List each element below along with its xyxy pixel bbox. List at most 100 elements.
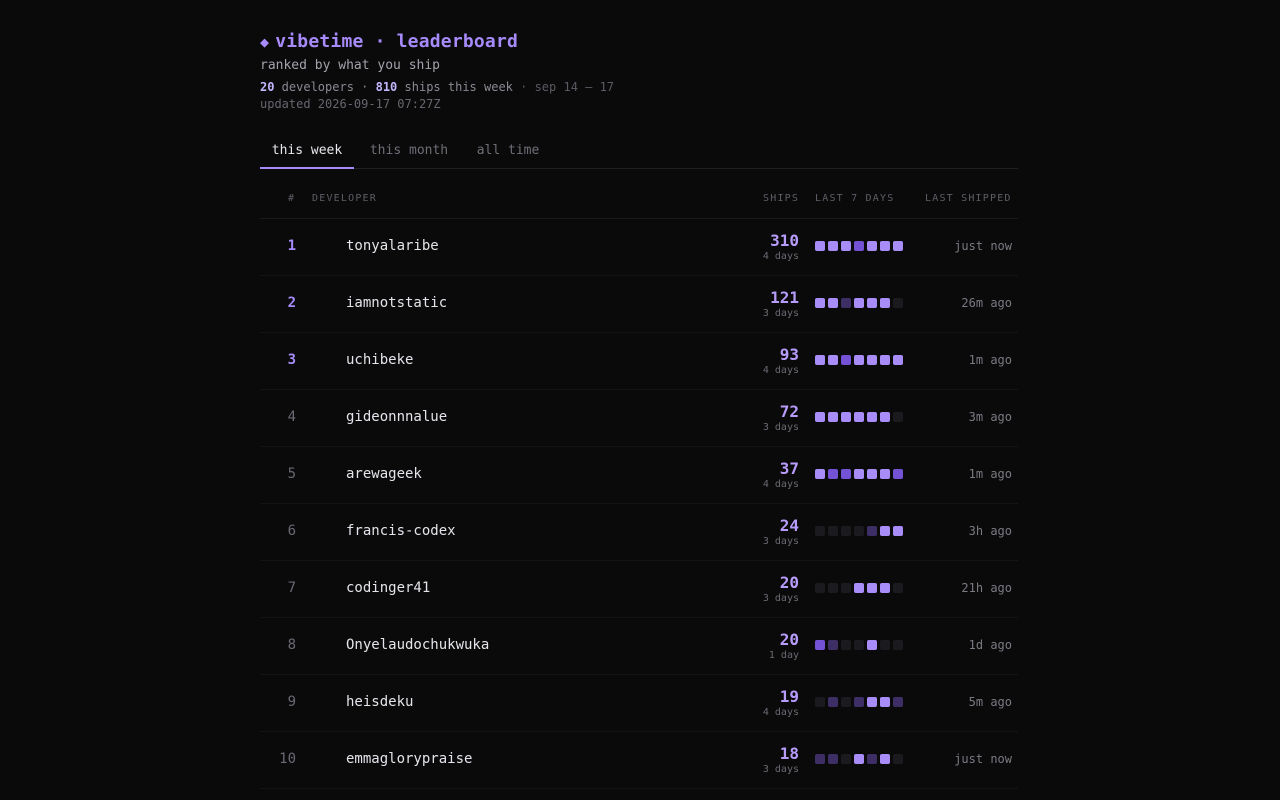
- table-row[interactable]: 10 emmaglorypraise 18 3 days just now: [260, 732, 1018, 789]
- activity-day: [867, 754, 877, 764]
- activity-day: [867, 469, 877, 479]
- developer-name[interactable]: iamnotstatic: [346, 295, 447, 311]
- active-days: 3 days: [762, 422, 799, 433]
- activity-day: [880, 583, 890, 593]
- activity-day: [815, 469, 825, 479]
- table-row[interactable]: 3 uchibeke 93 4 days 1m ago: [260, 333, 1018, 390]
- activity-day: [828, 355, 838, 365]
- activity-day: [828, 412, 838, 422]
- table-row[interactable]: 1 tonyalaribe 310 4 days just now: [260, 219, 1018, 276]
- summary-stats: 20 developers · 810 ships this week · se…: [260, 80, 614, 94]
- activity-day: [841, 640, 851, 650]
- table-row[interactable]: 7 codinger41 20 3 days 21h ago: [260, 561, 1018, 618]
- tab-this-month[interactable]: this month: [362, 134, 456, 168]
- active-days: 3 days: [762, 536, 799, 547]
- activity-day: [854, 469, 864, 479]
- row-rank: 6: [287, 523, 296, 539]
- activity-day: [893, 754, 903, 764]
- row-rank: 1: [287, 238, 296, 254]
- developer-name[interactable]: uchibeke: [346, 352, 413, 368]
- activity-day: [828, 526, 838, 536]
- developer-name[interactable]: arewageek: [346, 466, 422, 482]
- active-days: 1 day: [768, 650, 799, 661]
- activity-day: [867, 241, 877, 251]
- activity-day: [867, 355, 877, 365]
- activity-day: [841, 583, 851, 593]
- developer-name[interactable]: tonyalaribe: [346, 238, 439, 254]
- row-rank: 8: [287, 637, 296, 653]
- active-days: 4 days: [762, 479, 799, 490]
- active-days: 4 days: [762, 365, 799, 376]
- updated-timestamp: updated 2026-09-17 07:27Z: [260, 97, 441, 111]
- row-rank: 9: [287, 694, 296, 710]
- last-shipped: 1d ago: [968, 638, 1012, 652]
- activity-day: [893, 697, 903, 707]
- ships-count: 19: [779, 687, 799, 706]
- table-row[interactable]: 9 heisdeku 19 4 days 5m ago: [260, 675, 1018, 732]
- table-row[interactable]: 2 iamnotstatic 121 3 days 26m ago: [260, 276, 1018, 333]
- activity-day: [880, 241, 890, 251]
- activity-day: [828, 697, 838, 707]
- developer-name[interactable]: gideonnnalue: [346, 409, 447, 425]
- ships-cell: 18 3 days: [763, 744, 799, 775]
- activity-day: [841, 526, 851, 536]
- table-row[interactable]: 4 gideonnnalue 72 3 days 3m ago: [260, 390, 1018, 447]
- developer-name[interactable]: Onyelaudochukwuka: [346, 637, 489, 653]
- ships-label: ships this week: [397, 80, 513, 94]
- row-rank: 3: [287, 352, 296, 368]
- activity-day: [893, 412, 903, 422]
- tab-this-week[interactable]: this week: [260, 134, 354, 169]
- ships-cell: 20 3 days: [763, 573, 799, 604]
- ships-cell: 20 1 day: [769, 630, 799, 661]
- activity-day: [854, 412, 864, 422]
- row-rank: 10: [279, 751, 296, 767]
- table-row[interactable]: 5 arewageek 37 4 days 1m ago: [260, 447, 1018, 504]
- last-shipped: just now: [954, 239, 1012, 253]
- activity-day: [880, 412, 890, 422]
- activity-day: [841, 697, 851, 707]
- developer-name[interactable]: emmaglorypraise: [346, 751, 472, 767]
- activity-day: [854, 640, 864, 650]
- last-shipped: just now: [954, 752, 1012, 766]
- table-header: # DEVELOPER SHIPS LAST 7 DAYS LAST SHIPP…: [260, 185, 1018, 219]
- activity-day: [867, 583, 877, 593]
- ships-count: 20: [779, 630, 799, 649]
- developer-name[interactable]: heisdeku: [346, 694, 413, 710]
- brand-title: ◆ vibetime · leaderboard: [260, 31, 518, 52]
- row-rank: 5: [287, 466, 296, 482]
- ships-count: 24: [779, 516, 799, 535]
- diamond-icon: ◆: [260, 33, 270, 51]
- activity-day: [880, 526, 890, 536]
- activity-day: [893, 355, 903, 365]
- ships-count: 310: [770, 231, 799, 250]
- activity-day: [854, 754, 864, 764]
- table-row[interactable]: 6 francis-codex 24 3 days 3h ago: [260, 504, 1018, 561]
- ships-cell: 121 3 days: [763, 288, 799, 319]
- ships-count: 810: [375, 80, 398, 94]
- activity-day: [867, 412, 877, 422]
- activity-day: [893, 241, 903, 251]
- activity-day: [867, 298, 877, 308]
- column-rank: #: [288, 193, 296, 204]
- activity-day: [815, 241, 825, 251]
- activity-day: [815, 298, 825, 308]
- developer-name[interactable]: codinger41: [346, 580, 430, 596]
- activity-day: [854, 298, 864, 308]
- developer-name[interactable]: francis-codex: [346, 523, 456, 539]
- last-shipped: 5m ago: [968, 695, 1012, 709]
- activity-day: [815, 526, 825, 536]
- activity-day: [815, 583, 825, 593]
- activity-day: [867, 697, 877, 707]
- activity-day: [828, 583, 838, 593]
- ships-count: 121: [770, 288, 799, 307]
- ships-cell: 310 4 days: [763, 231, 799, 262]
- tab-all-time[interactable]: all time: [468, 134, 548, 168]
- active-days: 3 days: [762, 593, 799, 604]
- activity-day: [815, 754, 825, 764]
- activity-day: [841, 754, 851, 764]
- activity-day: [854, 583, 864, 593]
- activity-day: [893, 469, 903, 479]
- table-row[interactable]: 8 Onyelaudochukwuka 20 1 day 1d ago: [260, 618, 1018, 675]
- active-days: 3 days: [762, 308, 799, 319]
- activity-day: [893, 298, 903, 308]
